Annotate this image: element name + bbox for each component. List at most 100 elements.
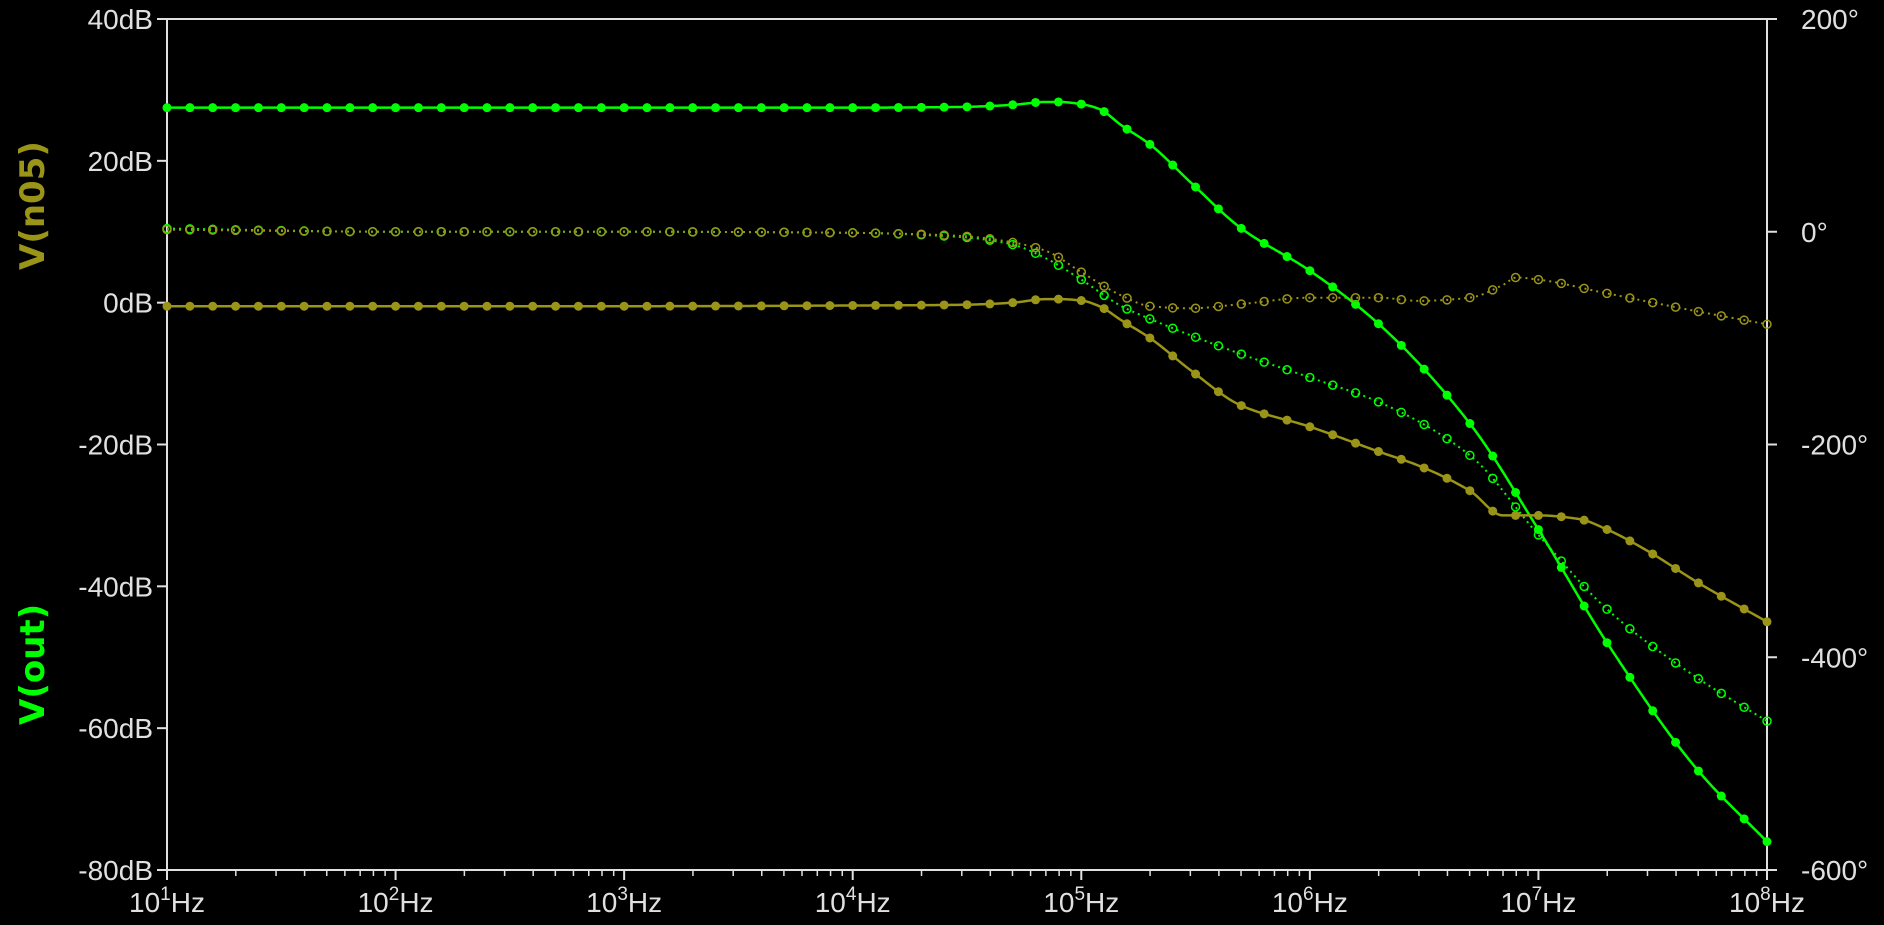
data-point xyxy=(1031,97,1041,107)
data-point xyxy=(1625,672,1635,682)
data-point xyxy=(482,301,492,311)
data-point xyxy=(1259,409,1269,419)
data-point xyxy=(1602,525,1612,534)
data-point xyxy=(1191,369,1201,379)
x-tick-base: 10 xyxy=(358,887,389,918)
data-point xyxy=(733,301,743,311)
x-tick-unit: Hz xyxy=(856,887,890,918)
data-point xyxy=(413,103,423,113)
data-point xyxy=(1076,296,1086,306)
data-point xyxy=(1305,266,1315,276)
data-point xyxy=(299,301,309,311)
data-point xyxy=(596,103,606,113)
data-point xyxy=(1168,160,1178,170)
x-tick-exp: 6 xyxy=(1303,884,1314,905)
y-right-tick-label: -200° xyxy=(1801,430,1868,461)
data-point xyxy=(505,103,515,113)
data-point xyxy=(573,103,583,113)
data-point xyxy=(436,103,446,113)
data-point xyxy=(1282,415,1292,425)
data-point xyxy=(1533,510,1543,520)
plot-background xyxy=(0,0,1884,925)
data-point xyxy=(1099,107,1109,117)
data-point xyxy=(1168,351,1178,361)
data-point xyxy=(1419,463,1429,473)
data-point xyxy=(1511,510,1521,520)
data-point xyxy=(505,301,515,311)
x-tick-base: 10 xyxy=(815,887,846,918)
data-point xyxy=(185,103,195,113)
data-point xyxy=(756,103,766,113)
data-point xyxy=(1762,837,1772,847)
data-point xyxy=(1282,252,1292,262)
data-point xyxy=(1602,638,1612,648)
data-point xyxy=(1579,515,1589,525)
data-point xyxy=(802,301,812,311)
data-point xyxy=(848,103,858,113)
data-point xyxy=(413,301,423,311)
data-point xyxy=(1556,512,1566,522)
data-point xyxy=(596,301,606,311)
data-point xyxy=(962,102,972,112)
y-left-tick-label: -80dB xyxy=(78,855,153,886)
data-point xyxy=(1396,454,1406,464)
data-point xyxy=(802,103,812,113)
x-tick-exp: 8 xyxy=(1760,884,1771,905)
data-point xyxy=(1008,298,1018,308)
data-point xyxy=(162,103,172,113)
data-point xyxy=(825,301,835,311)
data-point xyxy=(688,103,698,113)
data-point xyxy=(345,103,355,113)
data-point xyxy=(665,103,675,113)
y-left-tick-label: -60dB xyxy=(78,713,153,744)
x-tick-unit: Hz xyxy=(1771,887,1805,918)
data-point xyxy=(1625,536,1635,546)
x-tick-exp: 2 xyxy=(389,884,400,905)
data-point xyxy=(1442,473,1452,483)
x-tick-exp: 5 xyxy=(1074,884,1085,905)
data-point xyxy=(551,301,561,311)
trace-label-out[interactable]: V(out) xyxy=(13,604,53,725)
data-point xyxy=(1511,487,1521,497)
data-point xyxy=(276,301,286,311)
data-point xyxy=(1145,333,1155,343)
data-point xyxy=(1648,549,1658,559)
data-point xyxy=(551,103,561,113)
data-point xyxy=(1716,591,1726,601)
data-point xyxy=(345,301,355,311)
x-tick-unit: Hz xyxy=(171,887,205,918)
data-point xyxy=(368,301,378,311)
x-tick-unit: Hz xyxy=(399,887,433,918)
x-tick-base: 10 xyxy=(1729,887,1760,918)
data-point xyxy=(711,301,721,311)
data-point xyxy=(985,299,995,309)
x-tick-exp: 7 xyxy=(1532,884,1543,905)
data-point xyxy=(1236,223,1246,233)
y-right-tick-label: -600° xyxy=(1801,855,1868,886)
x-tick-exp: 3 xyxy=(617,884,628,905)
trace-label-n05[interactable]: V(n05) xyxy=(13,141,53,270)
data-point xyxy=(619,301,629,311)
data-point xyxy=(1465,419,1475,429)
data-point xyxy=(1671,563,1681,573)
data-point xyxy=(253,301,263,311)
data-point xyxy=(162,301,172,311)
data-point xyxy=(1373,319,1383,329)
data-point xyxy=(1053,97,1063,107)
data-point xyxy=(1648,706,1658,716)
data-point xyxy=(1671,737,1681,747)
data-point xyxy=(733,103,743,113)
data-point xyxy=(1488,506,1498,516)
data-point xyxy=(1328,430,1338,440)
x-tick-base: 10 xyxy=(1272,887,1303,918)
data-point xyxy=(1213,204,1223,214)
data-point xyxy=(916,102,926,112)
data-point xyxy=(642,103,652,113)
data-point xyxy=(573,301,583,311)
data-point xyxy=(1693,766,1703,776)
data-point xyxy=(1739,814,1749,824)
x-tick-base: 10 xyxy=(129,887,160,918)
data-point xyxy=(1053,294,1063,304)
y-right-tick-label: -400° xyxy=(1801,642,1868,673)
data-point xyxy=(779,103,789,113)
